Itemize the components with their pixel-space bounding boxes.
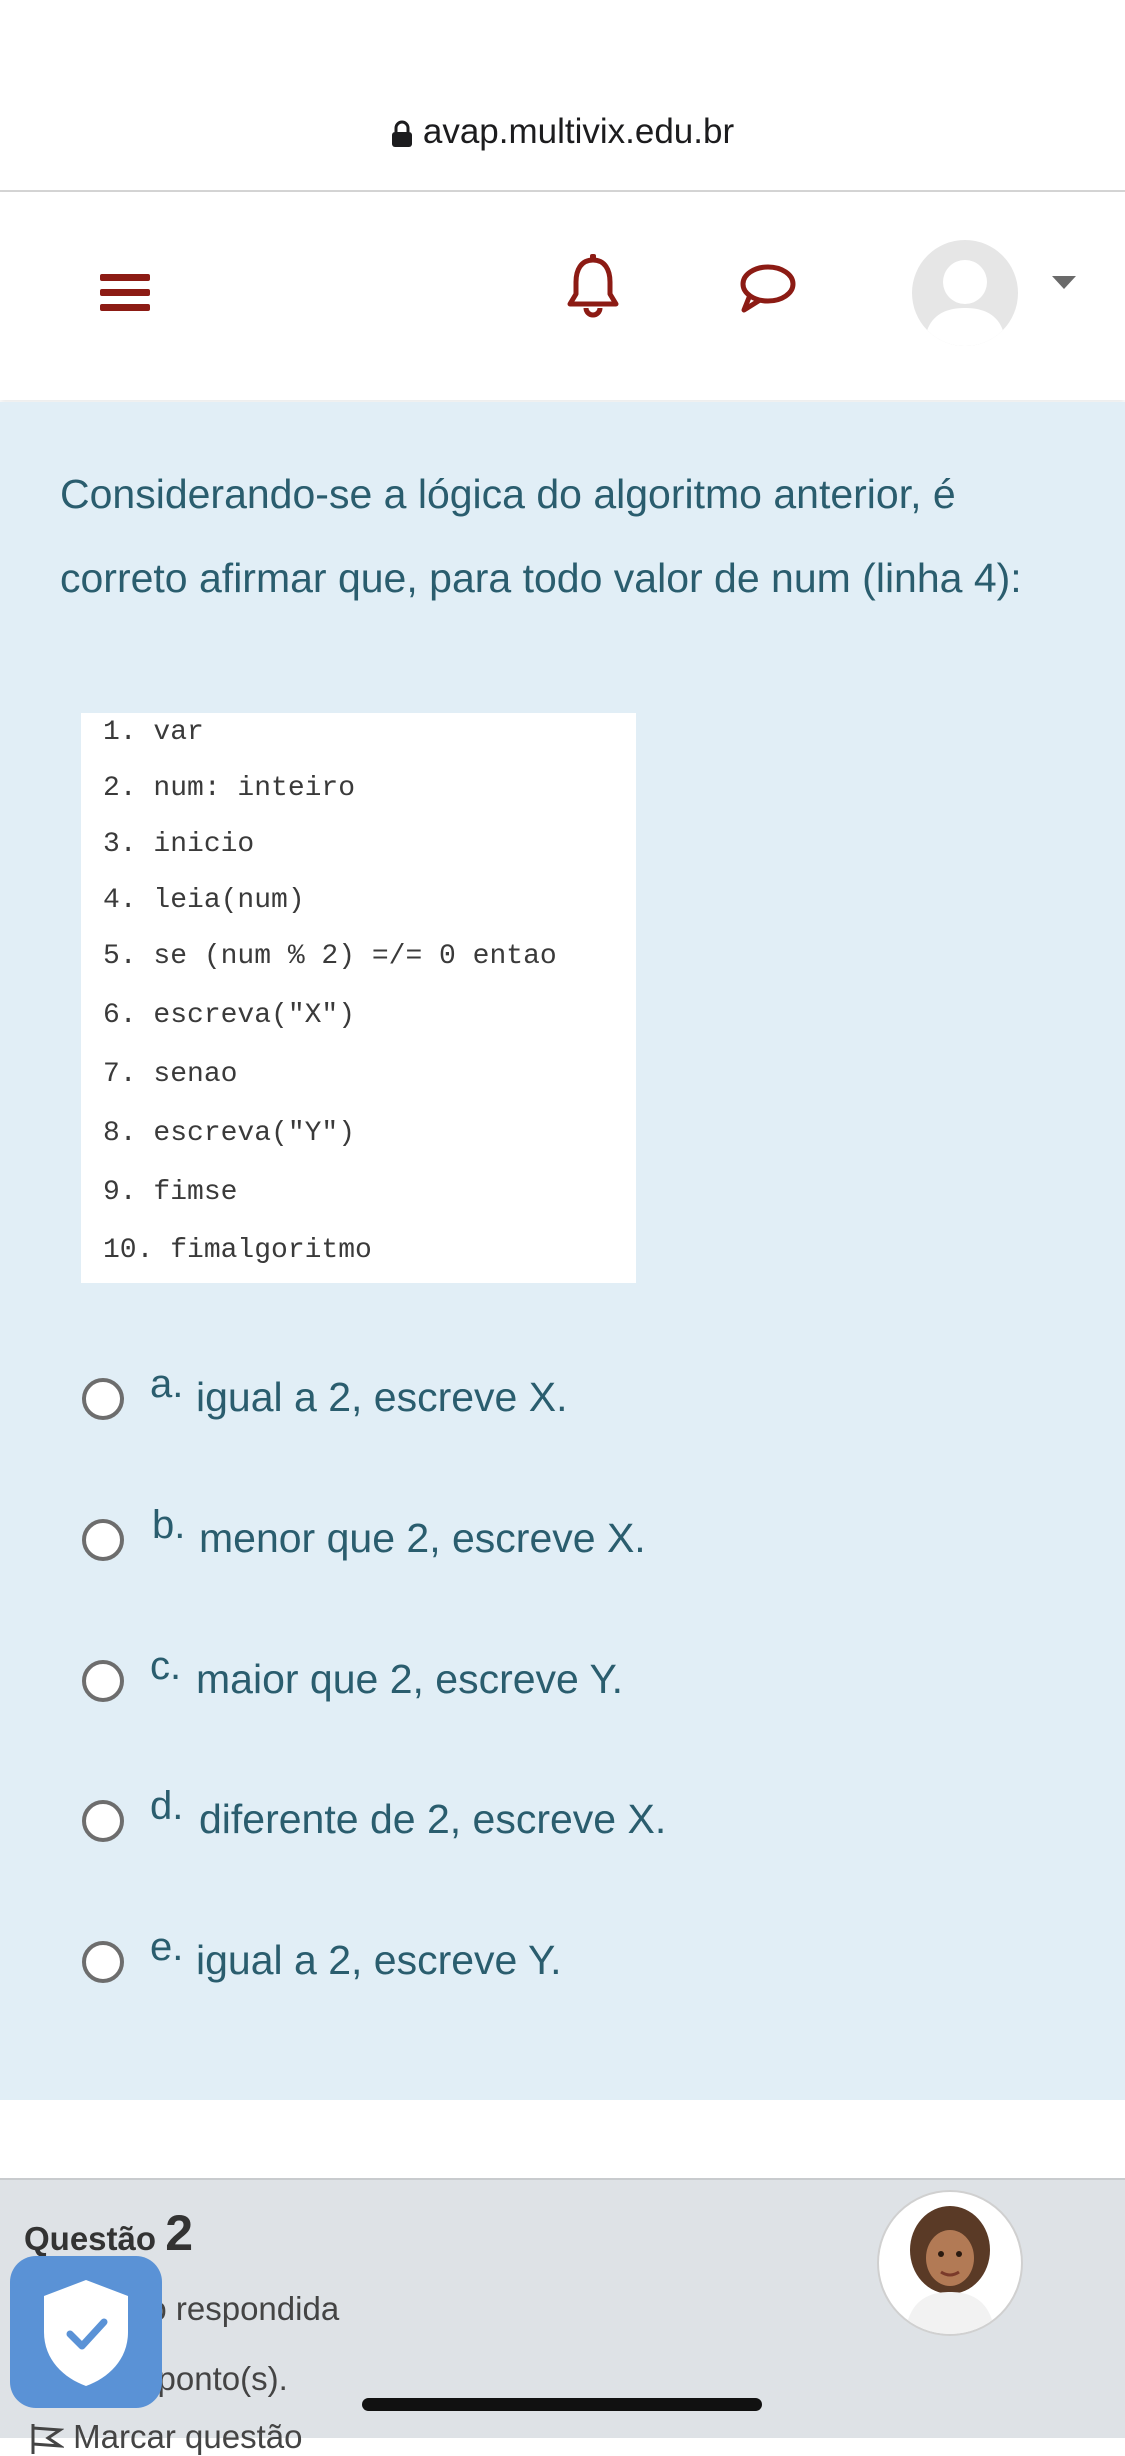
shield-check-icon <box>44 2280 128 2386</box>
question-number: Questão 2 <box>24 2204 193 2262</box>
status-time: 08:28 <box>58 45 181 97</box>
flag-icon <box>31 2424 66 2455</box>
radio-button[interactable] <box>82 1378 124 1420</box>
code-line: 2. num: inteiro <box>103 773 356 804</box>
code-line: 10. fimalgoritmo <box>103 1235 372 1266</box>
code-line: 9. fimse <box>103 1177 238 1208</box>
option-letter: d. <box>150 1784 184 1828</box>
answer-option-d[interactable]: d. diferente de 2, escreve X. <box>82 1784 1062 1856</box>
answer-option-a[interactable]: a. igual a 2, escreve X. <box>82 1362 1062 1434</box>
code-line: 6. escreva("X") <box>103 1000 356 1031</box>
flag-question-link[interactable]: Marcar questão <box>30 2418 302 2456</box>
browser-bar: 08:28 avap.multivix.edu.br <box>0 0 1125 192</box>
flag-question-label: Marcar questão <box>73 2418 303 2455</box>
url-text: avap.multivix.edu.br <box>422 112 735 151</box>
chat-bubble-icon[interactable] <box>738 262 796 314</box>
option-text: diferente de 2, escreve X. <box>199 1796 667 1842</box>
code-line: 3. inicio <box>103 829 255 860</box>
user-silhouette-icon <box>924 260 1006 346</box>
radio-button[interactable] <box>82 1660 124 1702</box>
option-text: igual a 2, escreve Y. <box>196 1937 562 1983</box>
answer-option-b[interactable]: b. menor que 2, escreve X. <box>82 1503 1062 1575</box>
option-text: igual a 2, escreve X. <box>196 1374 568 1420</box>
user-avatar[interactable] <box>912 240 1018 346</box>
home-indicator <box>362 2398 762 2411</box>
code-line: 1. var <box>103 717 204 748</box>
question-label: Questão <box>24 2220 157 2257</box>
assistant-avatar[interactable] <box>877 2190 1023 2336</box>
hamburger-icon[interactable] <box>100 272 150 314</box>
radio-button[interactable] <box>82 1941 124 1983</box>
shield-check-button[interactable] <box>10 2256 162 2408</box>
lock-icon <box>391 120 412 147</box>
option-text: maior que 2, escreve Y. <box>196 1656 623 1702</box>
code-line: 4. leia(num) <box>103 885 305 916</box>
assistant-portrait-icon <box>905 2206 995 2334</box>
option-text: menor que 2, escreve X. <box>199 1515 646 1561</box>
question-text: Considerando-se a lógica do algoritmo an… <box>60 471 1022 601</box>
radio-button[interactable] <box>82 1800 124 1842</box>
answer-option-e[interactable]: e. igual a 2, escreve Y. <box>82 1925 1062 1997</box>
code-image: 1. var 2. num: inteiro 3. inicio 4. leia… <box>81 713 636 1283</box>
option-letter: b. <box>152 1503 186 1547</box>
address-bar[interactable]: avap.multivix.edu.br <box>0 112 1125 152</box>
option-letter: c. <box>150 1644 182 1688</box>
option-letter: e. <box>150 1925 184 1969</box>
chevron-down-icon[interactable] <box>1052 276 1076 289</box>
question-number-value: 2 <box>165 2205 194 2261</box>
radio-button[interactable] <box>82 1519 124 1561</box>
code-line: 5. se (num % 2) =/= 0 entao <box>103 941 557 972</box>
answer-option-c[interactable]: c. maior que 2, escreve Y. <box>82 1644 1062 1716</box>
code-line: 8. escreva("Y") <box>103 1118 356 1149</box>
code-line: 7. senao <box>103 1059 238 1090</box>
option-letter: a. <box>150 1362 184 1406</box>
app-header <box>0 192 1125 400</box>
bell-icon[interactable] <box>565 254 621 318</box>
question-content: Considerando-se a lógica do algoritmo an… <box>0 402 1125 2100</box>
